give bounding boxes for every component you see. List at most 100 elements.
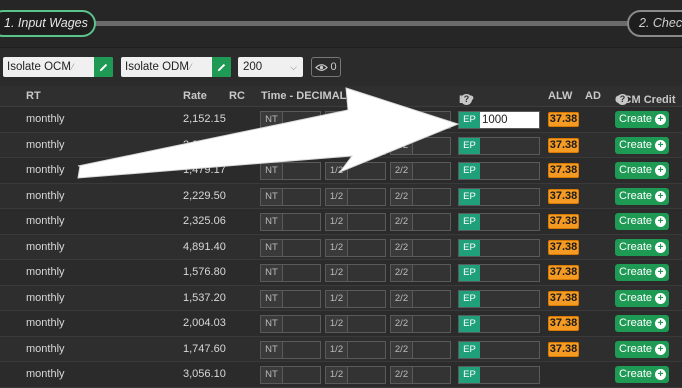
ep-button[interactable]: EP	[459, 316, 480, 332]
ep-value[interactable]	[480, 163, 539, 179]
time-input[interactable]: 1/2	[325, 238, 386, 257]
ep-button[interactable]: EP	[459, 214, 480, 230]
time-input[interactable]: 1/2	[325, 187, 386, 206]
ep-button[interactable]: EP	[459, 112, 480, 128]
time-input[interactable]: 1/2	[325, 315, 386, 333]
time-input[interactable]: NT	[260, 264, 321, 282]
create-button[interactable]: Create +	[615, 111, 669, 128]
time-input[interactable]: 1/2	[325, 136, 386, 155]
ep-value[interactable]	[480, 342, 539, 358]
create-button[interactable]: Create +	[615, 238, 669, 256]
help-icon[interactable]: ?	[461, 94, 472, 105]
alw-badge[interactable]: 37.38	[548, 290, 579, 306]
ep-button[interactable]: EP	[459, 163, 480, 179]
alw-badge[interactable]: 37.38	[548, 214, 579, 229]
time-input[interactable]: 1/2	[325, 289, 386, 308]
time-input[interactable]: 2/2	[390, 136, 451, 155]
create-button[interactable]: Create +	[615, 289, 669, 307]
create-button[interactable]: Create +	[615, 162, 669, 179]
time-input[interactable]: 1/2	[325, 213, 386, 231]
pencil-icon[interactable]	[94, 57, 113, 77]
ep-button[interactable]: EP	[459, 188, 480, 205]
time-input[interactable]: 2/2	[390, 111, 451, 129]
ep-button[interactable]: EP	[459, 137, 480, 154]
alw-badge[interactable]: 37.38	[548, 163, 579, 178]
isolate-odm-select[interactable]: Isolate ODM⁄	[121, 57, 231, 77]
ep-input[interactable]: EP	[458, 238, 540, 257]
create-button[interactable]: Create +	[615, 340, 669, 358]
col-rate[interactable]: Rate	[183, 90, 207, 102]
time-input[interactable]: NT	[260, 238, 321, 257]
ep-value[interactable]	[480, 240, 539, 256]
ep-button[interactable]: EP	[459, 341, 480, 358]
ep-button[interactable]: EP	[459, 265, 480, 281]
time-input[interactable]: NT	[260, 136, 321, 155]
ep-value[interactable]	[480, 214, 539, 230]
alw-badge[interactable]: 37.38	[548, 239, 579, 255]
time-input[interactable]: 1/2	[325, 264, 386, 282]
time-input[interactable]: NT	[260, 213, 321, 231]
create-button[interactable]: Create +	[615, 315, 669, 332]
ep-input[interactable]: EP	[458, 340, 540, 359]
time-input[interactable]: 1/2	[325, 111, 386, 129]
time-input[interactable]: 2/2	[390, 238, 451, 257]
ep-value[interactable]	[480, 265, 539, 281]
ep-input[interactable]: EP	[458, 136, 540, 155]
time-input[interactable]: 1/2	[325, 162, 386, 180]
ep-value[interactable]	[480, 291, 539, 307]
alw-badge[interactable]: 37.38	[548, 341, 579, 357]
pencil-icon[interactable]	[212, 57, 231, 77]
time-input[interactable]: 2/2	[390, 289, 451, 308]
time-input[interactable]: 2/2	[390, 162, 451, 180]
ep-value[interactable]	[480, 316, 539, 332]
create-button[interactable]: Create +	[615, 187, 669, 205]
col-ad[interactable]: AD	[585, 90, 601, 102]
time-input[interactable]: NT	[260, 340, 321, 359]
time-input[interactable]: NT	[260, 315, 321, 333]
ep-value[interactable]: 1000	[480, 112, 539, 128]
create-button[interactable]: Create +	[615, 264, 669, 281]
ep-button[interactable]: EP	[459, 367, 480, 383]
ep-input[interactable]: EP 1000	[458, 111, 540, 129]
step-input-wages[interactable]: 1. Input Wages	[0, 10, 96, 37]
col-rt[interactable]: RT	[26, 90, 41, 102]
isolate-ocm-select[interactable]: Isolate OCM⁄	[3, 57, 113, 77]
time-input[interactable]: 1/2	[325, 366, 386, 384]
time-input[interactable]: 2/2	[390, 187, 451, 206]
ep-value[interactable]	[480, 138, 539, 154]
alw-badge[interactable]: 37.38	[548, 316, 579, 331]
time-input[interactable]: NT	[260, 187, 321, 206]
alw-badge[interactable]: 37.38	[548, 265, 579, 280]
time-input[interactable]: 1/2	[325, 340, 386, 359]
col-rc[interactable]: RC	[229, 90, 245, 102]
visibility-toggle[interactable]: 0	[311, 57, 341, 77]
ep-input[interactable]: EP	[458, 187, 540, 206]
time-input[interactable]: NT	[260, 162, 321, 180]
ep-input[interactable]: EP	[458, 162, 540, 180]
ep-input[interactable]: EP	[458, 264, 540, 282]
time-input[interactable]: NT	[260, 366, 321, 384]
ep-input[interactable]: EP	[458, 315, 540, 333]
alw-badge[interactable]: 37.38	[548, 137, 579, 153]
time-input[interactable]: 2/2	[390, 213, 451, 231]
alw-badge[interactable]: 37.38	[548, 188, 579, 204]
page-size-select[interactable]: 200 ⌵	[238, 57, 303, 77]
time-input[interactable]: NT	[260, 289, 321, 308]
col-alw[interactable]: ALW	[548, 90, 572, 102]
ep-input[interactable]: EP	[458, 366, 540, 384]
time-input[interactable]: 2/2	[390, 340, 451, 359]
ep-value[interactable]	[480, 189, 539, 205]
ep-input[interactable]: EP	[458, 289, 540, 308]
time-input[interactable]: 2/2	[390, 315, 451, 333]
create-button[interactable]: Create +	[615, 366, 669, 383]
ep-button[interactable]: EP	[459, 290, 480, 307]
time-input[interactable]: 2/2	[390, 366, 451, 384]
alw-badge[interactable]: 37.38	[548, 112, 579, 127]
create-button[interactable]: Create +	[615, 136, 669, 154]
time-input[interactable]: NT	[260, 111, 321, 129]
ep-button[interactable]: EP	[459, 239, 480, 256]
time-input[interactable]: 2/2	[390, 264, 451, 282]
ep-input[interactable]: EP	[458, 213, 540, 231]
ep-value[interactable]	[480, 367, 539, 383]
step-check[interactable]: 2. Check	[627, 10, 682, 37]
